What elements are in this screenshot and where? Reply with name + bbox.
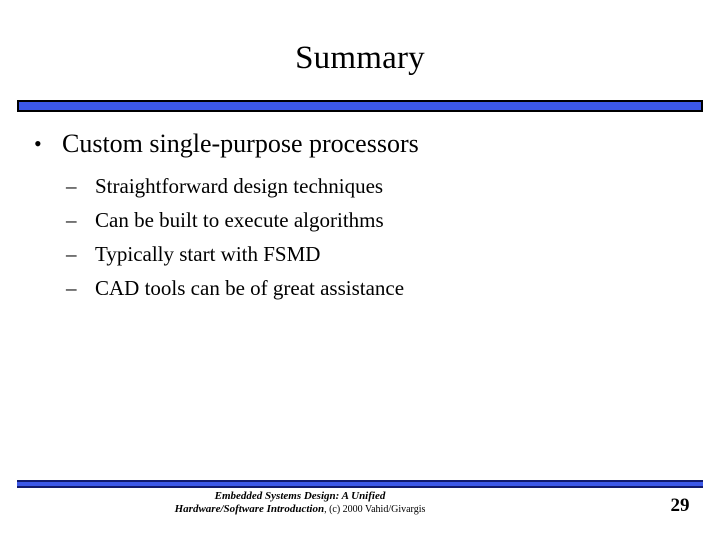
bullet-dash-icon: – xyxy=(66,174,77,198)
footer-book-title-line2: Hardware/Software Introduction xyxy=(174,503,325,515)
slide-page-number: 29 xyxy=(670,495,690,516)
bullet-dash-icon: – xyxy=(66,276,77,300)
bullet-level2-label: Straightforward design techniques xyxy=(95,174,384,198)
bullet-level2-label: Typically start with FSMD xyxy=(95,242,321,266)
bullet-dash-icon: – xyxy=(66,242,77,266)
sub-bullet-list: – Straightforward design techniques – Ca… xyxy=(0,169,720,305)
bullet-dot-icon: • xyxy=(34,131,42,156)
page-title: Summary xyxy=(295,40,425,76)
bullet-level2-label: Can be built to execute algorithms xyxy=(95,208,384,232)
bullet-item-level2: – Can be built to execute algorithms xyxy=(0,203,720,237)
footer-copyright: , (c) 2000 Vahid/Givargis xyxy=(324,504,426,515)
footer-divider-bar xyxy=(17,480,703,488)
bullet-dash-icon: – xyxy=(66,208,77,232)
slide-body: • Custom single-purpose processors – Str… xyxy=(0,126,720,305)
bullet-item-level2: – CAD tools can be of great assistance xyxy=(0,271,720,305)
bullet-item-level2: – Typically start with FSMD xyxy=(0,237,720,271)
bullet-level2-label: CAD tools can be of great assistance xyxy=(95,276,405,300)
bullet-item-level2: – Straightforward design techniques xyxy=(0,169,720,203)
footer-attribution: Embedded Systems Design: A Unified Hardw… xyxy=(0,490,600,516)
bullet-level1-label: Custom single-purpose processors xyxy=(62,129,419,158)
slide-canvas: Summary • Custom single-purpose processo… xyxy=(0,0,720,540)
bullet-item-level1: • Custom single-purpose processors xyxy=(0,126,720,162)
title-divider-bar xyxy=(17,100,703,112)
footer-book-title-line1: Embedded Systems Design: A Unified xyxy=(214,490,386,502)
